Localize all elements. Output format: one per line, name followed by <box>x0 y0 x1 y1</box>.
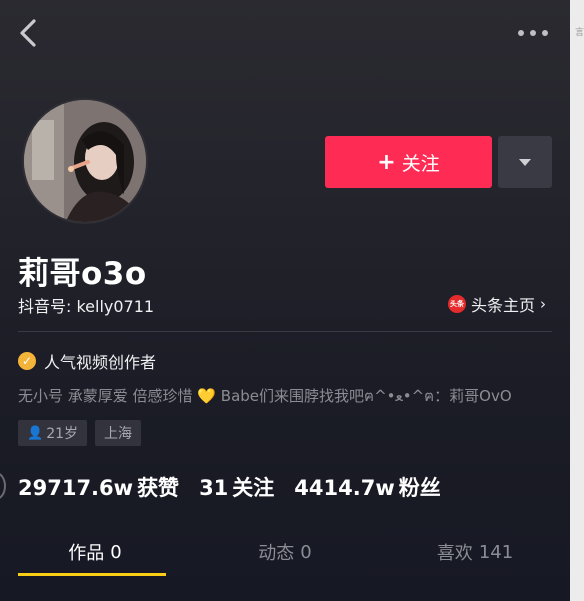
caret-down-icon <box>519 158 531 166</box>
age-label: 21岁 <box>46 426 79 442</box>
tab-works-count: 0 <box>110 541 122 563</box>
likes-label: 获赞 <box>137 476 180 500</box>
creator-badge-label: 人气视频创作者 <box>44 353 157 372</box>
location-tag: 上海 <box>95 420 142 446</box>
douyin-id: 抖音号: kelly0711 <box>18 297 155 316</box>
tab-likes-label: 喜欢 <box>436 543 473 564</box>
adjacent-window-edge: 言 <box>570 0 584 601</box>
tab-moments-label: 动态 <box>258 543 295 564</box>
likes-count: 29717.6w <box>18 476 134 500</box>
tab-works[interactable]: 作品 0 <box>0 528 190 576</box>
toutiao-homepage-link[interactable]: 头条 头条主页 › <box>448 292 546 316</box>
tab-works-label: 作品 <box>68 543 105 564</box>
chevron-right-icon: › <box>540 295 547 313</box>
profile-page: + 关注 莉哥o3o 抖音号: kelly0711 头条 头条主页 › ✓ 人气… <box>0 0 570 601</box>
profile-stats: 29717.6w 获赞 31 关注 4414.7w 粉丝 <box>18 472 461 502</box>
more-dots-icon <box>518 30 524 36</box>
back-button[interactable] <box>14 16 44 50</box>
chevron-left-icon <box>20 19 36 47</box>
fans-label[interactable]: 粉丝 <box>399 472 441 502</box>
plus-icon: + <box>377 149 396 175</box>
location-label: 上海 <box>104 426 133 442</box>
following-label[interactable]: 关注 <box>232 472 274 502</box>
tab-moments[interactable]: 动态 0 <box>190 528 380 576</box>
scroll-edge-arc <box>0 472 6 500</box>
avatar[interactable] <box>22 98 148 224</box>
female-icon: 👤 <box>27 425 44 441</box>
profile-tags: 👤 21岁 上海 <box>18 420 142 446</box>
fans-count[interactable]: 4414.7w <box>294 476 394 500</box>
tab-likes[interactable]: 喜欢 141 <box>380 528 570 576</box>
content-area <box>0 576 570 601</box>
toutiao-icon: 头条 <box>448 295 466 313</box>
age-tag: 👤 21岁 <box>18 420 88 446</box>
more-options-button[interactable] <box>498 136 552 188</box>
edge-text: 言 <box>574 28 584 38</box>
content-tabs: 作品 0 动态 0 喜欢 141 <box>0 528 570 576</box>
display-name: 莉哥o3o <box>18 256 147 292</box>
toutiao-label: 头条主页 <box>471 296 536 315</box>
bio: 无小号 承蒙厚爱 倍感珍惜 💛 Babe们来围脖找我吧ฅ^•ﻌ•^ฅ：莉哥OvO <box>18 384 563 408</box>
bio-text-1: 无小号 承蒙厚爱 倍感珍惜 <box>18 387 193 405</box>
avatar-image <box>24 100 146 222</box>
tab-likes-count: 141 <box>478 541 514 563</box>
tab-moments-count: 0 <box>300 541 312 563</box>
verified-check-icon: ✓ <box>18 352 36 370</box>
bio-text-2: Babe们来围脖找我吧ฅ^•ﻌ•^ฅ：莉哥OvO <box>220 387 512 405</box>
heart-icon: 💛 <box>197 387 217 405</box>
more-button[interactable] <box>518 24 548 42</box>
divider <box>18 331 552 332</box>
follow-button[interactable]: + 关注 <box>325 136 492 188</box>
follow-label: 关注 <box>401 152 440 175</box>
creator-badge: ✓ 人气视频创作者 <box>18 349 156 373</box>
following-count[interactable]: 31 <box>199 476 228 500</box>
